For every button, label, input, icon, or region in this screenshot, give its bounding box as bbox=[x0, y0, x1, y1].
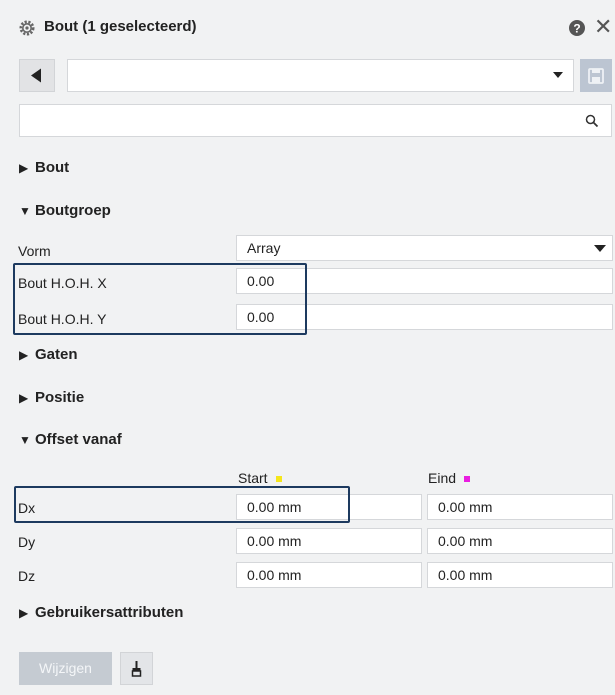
save-icon bbox=[588, 68, 604, 84]
gear-icon bbox=[19, 20, 35, 36]
save-button[interactable] bbox=[580, 59, 612, 92]
hoh-y-input[interactable]: 0.00 bbox=[236, 304, 613, 330]
dy-start-input[interactable]: 0.00 mm bbox=[236, 528, 422, 554]
search-icon[interactable] bbox=[585, 114, 599, 128]
chevron-down-icon bbox=[553, 72, 563, 78]
section-positie[interactable]: ▶ Positie bbox=[19, 389, 84, 406]
arrow-left-icon bbox=[31, 68, 41, 83]
chevron-right-icon: ▶ bbox=[19, 160, 29, 175]
svg-text:?: ? bbox=[573, 22, 580, 36]
dx-start-value: 0.00 mm bbox=[247, 499, 302, 515]
hoh-y-value: 0.00 bbox=[247, 309, 275, 325]
start-color-marker bbox=[275, 476, 282, 483]
hoh-x-input[interactable]: 0.00 bbox=[236, 268, 613, 294]
dx-end-input[interactable]: 0.00 mm bbox=[427, 494, 613, 520]
section-bout[interactable]: ▶ Bout bbox=[19, 159, 69, 176]
end-color-marker bbox=[464, 476, 471, 483]
hoh-y-label: Bout H.O.H. Y bbox=[18, 311, 107, 327]
section-offset[interactable]: ▼ Offset vanaf bbox=[19, 431, 122, 448]
section-gaten[interactable]: ▶ Gaten bbox=[19, 346, 78, 363]
chevron-right-icon: ▶ bbox=[19, 390, 29, 405]
profile-select[interactable] bbox=[67, 59, 574, 92]
section-boutgroep[interactable]: ▼ Boutgroep bbox=[19, 202, 111, 219]
close-icon[interactable]: ✕ bbox=[594, 16, 612, 38]
vorm-select[interactable]: Array bbox=[236, 235, 613, 261]
dz-start-value: 0.00 mm bbox=[247, 567, 302, 583]
dy-start-value: 0.00 mm bbox=[247, 533, 302, 549]
modify-button[interactable]: Wijzigen bbox=[19, 652, 112, 685]
chevron-down-icon: ▼ bbox=[19, 203, 31, 218]
panel-title: Bout (1 geselecteerd) bbox=[44, 18, 197, 35]
paint-brush-button[interactable] bbox=[120, 652, 153, 685]
help-icon[interactable]: ? bbox=[568, 19, 586, 37]
properties-panel: Bout (1 geselecteerd) ? ✕ ▶ Bout ▼ Boutg… bbox=[0, 0, 615, 695]
section-bout-label: Bout bbox=[35, 159, 70, 176]
back-button[interactable] bbox=[19, 59, 55, 92]
offset-row-label: Dy bbox=[18, 534, 36, 550]
vorm-value: Array bbox=[247, 240, 281, 256]
dy-end-value: 0.00 mm bbox=[438, 533, 493, 549]
hoh-x-label: Bout H.O.H. X bbox=[18, 275, 107, 291]
column-header-start: Start bbox=[238, 470, 282, 486]
chevron-right-icon: ▶ bbox=[19, 347, 29, 362]
offset-row-label: Dz bbox=[18, 568, 36, 584]
dz-start-input[interactable]: 0.00 mm bbox=[236, 562, 422, 588]
panel-titlebar: Bout (1 geselecteerd) ? ✕ bbox=[0, 10, 615, 46]
section-positie-label: Positie bbox=[35, 389, 85, 406]
dz-end-value: 0.00 mm bbox=[438, 567, 493, 583]
search-input[interactable] bbox=[20, 105, 576, 136]
section-gaten-label: Gaten bbox=[35, 346, 78, 363]
column-header-start-label: Start bbox=[238, 470, 268, 486]
dx-end-value: 0.00 mm bbox=[438, 499, 493, 515]
hoh-x-value: 0.00 bbox=[247, 273, 275, 289]
offset-row-label: Dx bbox=[18, 500, 36, 516]
section-user-attributes-label: Gebruikersattributen bbox=[35, 604, 184, 621]
search-box bbox=[19, 104, 612, 137]
paint-brush-icon bbox=[131, 661, 142, 677]
dx-start-input[interactable]: 0.00 mm bbox=[236, 494, 422, 520]
column-header-end-label: Eind bbox=[428, 470, 457, 486]
dz-end-input[interactable]: 0.00 mm bbox=[427, 562, 613, 588]
vorm-label: Vorm bbox=[18, 243, 51, 259]
section-user-attributes[interactable]: ▶ Gebruikersattributen bbox=[19, 604, 183, 621]
section-boutgroep-label: Boutgroep bbox=[35, 202, 111, 219]
chevron-down-icon bbox=[594, 245, 606, 252]
column-header-end: Eind bbox=[428, 470, 471, 486]
chevron-right-icon: ▶ bbox=[19, 605, 29, 620]
dy-end-input[interactable]: 0.00 mm bbox=[427, 528, 613, 554]
section-offset-label: Offset vanaf bbox=[35, 431, 122, 448]
chevron-down-icon: ▼ bbox=[19, 432, 31, 447]
